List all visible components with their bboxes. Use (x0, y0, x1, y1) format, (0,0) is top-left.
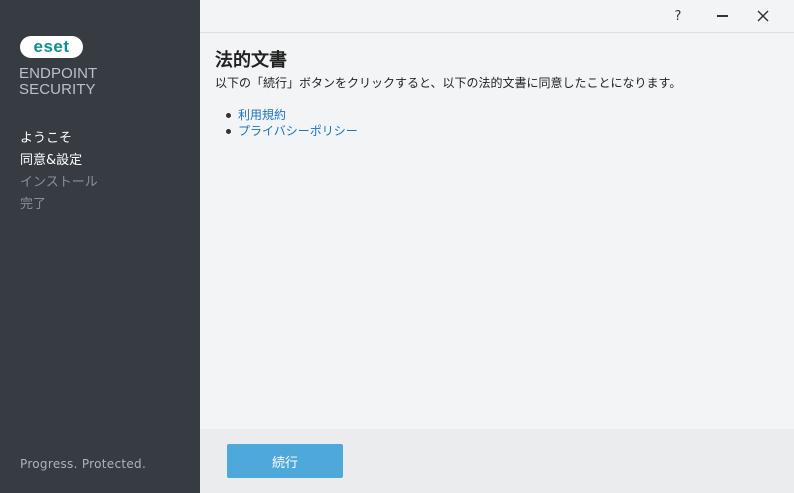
eset-logo: eset (20, 36, 83, 58)
product-name-line2: SECURITY (19, 81, 96, 98)
continue-button[interactable]: 続行 (227, 444, 343, 478)
step-list: ようこそ 同意&設定 インストール 完了 (20, 128, 98, 216)
help-icon: ? (674, 8, 682, 24)
step-complete: 完了 (20, 197, 47, 212)
installer-window: eset ENDPOINT SECURITY ようこそ 同意&設定 インストール… (0, 0, 794, 493)
minimize-button[interactable] (702, 0, 742, 32)
product-name-line1: ENDPOINT (19, 65, 98, 82)
title-bar: ? (200, 0, 794, 33)
close-button[interactable] (743, 0, 783, 32)
step-install: インストール (20, 175, 98, 190)
list-item: 利用規約 (225, 107, 785, 123)
product-name: ENDPOINT SECURITY (19, 66, 97, 98)
page-title: 法的文書 (215, 50, 287, 71)
privacy-policy-link[interactable]: プライバシーポリシー (238, 124, 358, 138)
footer-bar: 続行 (200, 429, 794, 493)
sidebar: eset ENDPOINT SECURITY ようこそ 同意&設定 インストール… (0, 0, 200, 493)
main-panel: ? 法的文書 以下の「続行」ボタンをクリックすると、以下の法的文書に同意したこと… (200, 0, 794, 493)
minimize-icon (716, 15, 728, 17)
page-description: 以下の「続行」ボタンをクリックすると、以下の法的文書に同意したことになります。 (215, 76, 682, 90)
step-welcome: ようこそ (20, 131, 73, 146)
help-button[interactable]: ? (658, 0, 698, 32)
tagline: Progress. Protected. (20, 457, 147, 471)
list-item: プライバシーポリシー (225, 123, 785, 139)
content-area: 法的文書 以下の「続行」ボタンをクリックすると、以下の法的文書に同意したことにな… (215, 50, 785, 139)
legal-document-list: 利用規約 プライバシーポリシー (225, 107, 785, 139)
terms-of-use-link[interactable]: 利用規約 (238, 108, 286, 122)
close-icon (757, 10, 769, 22)
logo-text: eset (33, 37, 70, 56)
step-agreement-settings: 同意&設定 (20, 153, 83, 168)
